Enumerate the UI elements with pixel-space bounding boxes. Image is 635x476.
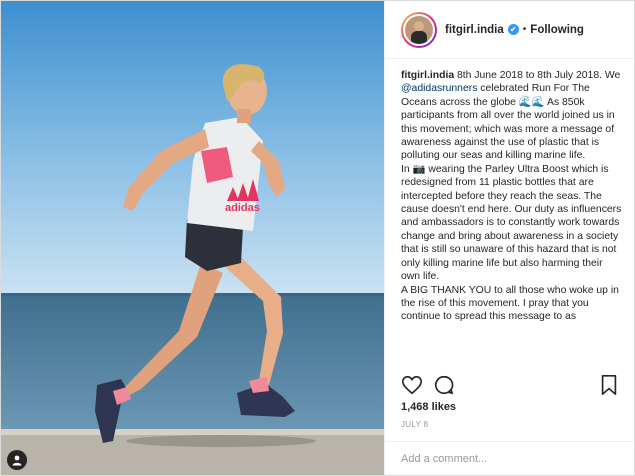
comment-bubble-icon[interactable] <box>433 374 457 398</box>
svg-text:adidas: adidas <box>225 202 260 214</box>
avatar[interactable] <box>401 11 437 48</box>
post-caption: fitgirl.india 8th June 2018 to 8th July … <box>401 69 623 369</box>
runner-image: adidas <box>1 1 384 475</box>
comment-bar <box>385 441 635 475</box>
caption-paragraph-2: In 📷 wearing the Parley Ultra Boost whic… <box>401 163 622 283</box>
likes-count[interactable]: 1,468 likes <box>401 401 456 413</box>
caption-paragraph-3: A BIG THANK YOU to all those who woke up… <box>401 284 619 323</box>
post-date: JULY 8 <box>401 420 429 429</box>
post-header: fitgirl.india ✔ • Following <box>385 1 635 59</box>
post-modal: adidas fitgirl.india ✔ • Following fitgi… <box>0 0 635 476</box>
caption-body: celebrated Run For The Oceans across the… <box>401 83 615 162</box>
post-photo[interactable]: adidas <box>1 1 384 475</box>
action-bar <box>401 374 621 398</box>
user-tag-icon[interactable] <box>7 450 27 470</box>
caption-mention[interactable]: @adidasrunners <box>401 83 477 94</box>
header-separator: • <box>522 24 527 35</box>
following-button[interactable]: Following <box>530 24 584 36</box>
bookmark-icon[interactable] <box>599 374 623 398</box>
caption-intro: 8th June 2018 to 8th July 2018. We <box>454 70 621 81</box>
verified-badge-icon: ✔ <box>507 24 519 35</box>
post-sidebar: fitgirl.india ✔ • Following fitgirl.indi… <box>384 1 635 475</box>
header-username[interactable]: fitgirl.india <box>445 24 504 36</box>
comment-input[interactable] <box>401 452 601 465</box>
heart-icon[interactable] <box>401 374 425 398</box>
caption-username[interactable]: fitgirl.india <box>401 70 454 81</box>
